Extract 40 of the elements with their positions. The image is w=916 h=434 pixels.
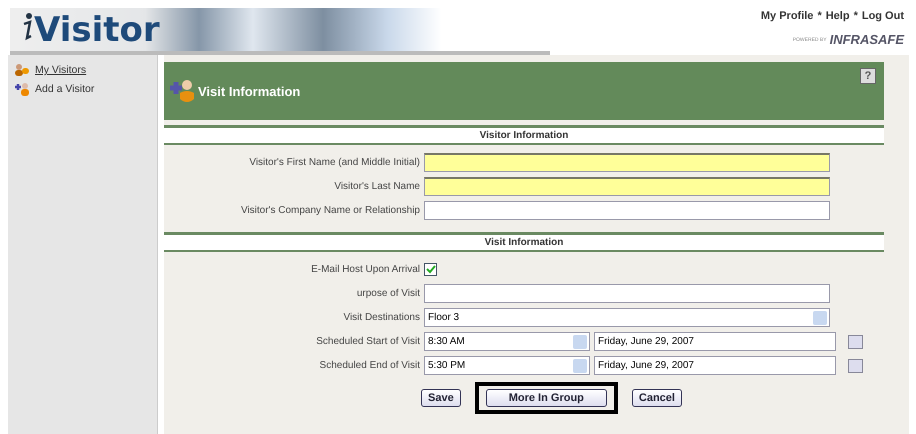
add-person-icon	[168, 77, 196, 105]
brand-logo: INFRASAFE	[830, 32, 904, 47]
dropdown-value: Floor 3	[428, 312, 460, 323]
link-separator: *	[854, 10, 858, 22]
section-header: Visit Information	[164, 232, 884, 252]
form-button[interactable]: More In Group	[486, 389, 607, 407]
sidebar-item[interactable]: My Visitors	[35, 64, 86, 76]
form-button[interactable]: Cancel	[632, 389, 682, 407]
time-dropdown[interactable]: 5:30 PM	[424, 356, 590, 375]
dropdown[interactable]: Floor 3	[424, 308, 830, 327]
time-value: 8:30 AM	[428, 336, 465, 347]
text-field[interactable]	[424, 153, 830, 172]
people-icon	[14, 63, 30, 77]
field-label: Visitor's Last Name	[333, 181, 421, 192]
sidebar-item[interactable]: Add a Visitor	[35, 83, 94, 95]
help-button[interactable]: ?	[860, 68, 876, 84]
date-field[interactable]: Friday, June 29, 2007	[594, 356, 836, 375]
field-label: Scheduled Start of Visit	[315, 336, 421, 347]
checkbox[interactable]	[424, 263, 437, 276]
header-link[interactable]: Help	[826, 10, 850, 22]
field-label: urpose of Visit	[356, 288, 421, 299]
section-header: Visitor Information	[164, 125, 884, 145]
app-logo: Visitor	[34, 10, 160, 50]
field-label: Scheduled End of Visit	[318, 360, 421, 371]
date-field[interactable]: Friday, June 29, 2007	[594, 332, 836, 351]
text-field[interactable]	[424, 177, 830, 196]
header-link[interactable]: Log Out	[862, 10, 904, 22]
field-label: E-Mail Host Upon Arrival	[310, 264, 421, 275]
field-label: Visitor's Company Name or Relationship	[240, 205, 421, 216]
time-dropdown[interactable]: 8:30 AM	[424, 332, 590, 351]
text-field[interactable]	[424, 201, 830, 220]
field-label: Visitor's First Name (and Middle Initial)	[248, 157, 421, 168]
header-link[interactable]: My Profile	[760, 10, 814, 22]
text-field[interactable]	[424, 284, 830, 303]
form-button[interactable]: Save	[421, 389, 461, 407]
add-person-icon	[14, 82, 30, 96]
time-value: 5:30 PM	[428, 360, 466, 371]
panel-title: Visit Information	[198, 84, 300, 98]
field-label: Visit Destinations	[342, 312, 421, 323]
link-separator: *	[817, 10, 822, 22]
